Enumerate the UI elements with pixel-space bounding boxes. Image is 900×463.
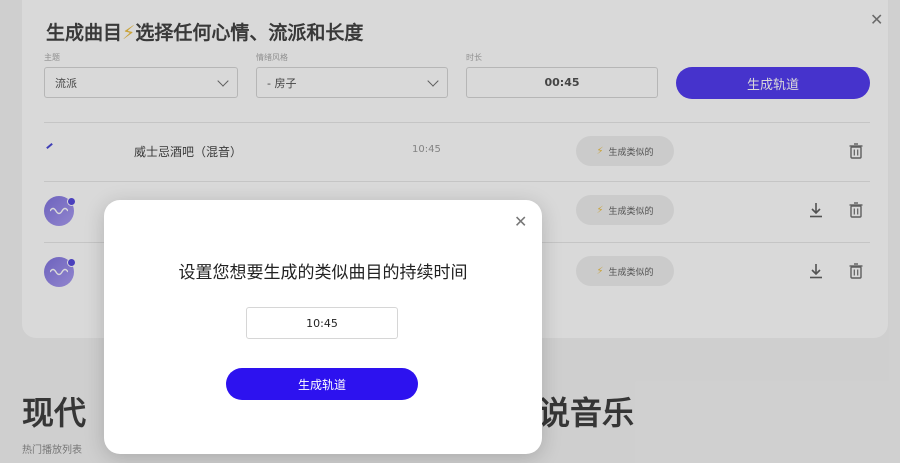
similar-duration-modal: ✕ 设置您想要生成的类似曲目的持续时间 生成轨道 — [104, 200, 542, 454]
modal-generate-button[interactable]: 生成轨道 — [226, 368, 418, 400]
modal-title: 设置您想要生成的类似曲目的持续时间 — [178, 263, 468, 283]
modal-close-icon[interactable]: ✕ — [514, 212, 527, 231]
modal-duration-input[interactable] — [246, 307, 398, 339]
